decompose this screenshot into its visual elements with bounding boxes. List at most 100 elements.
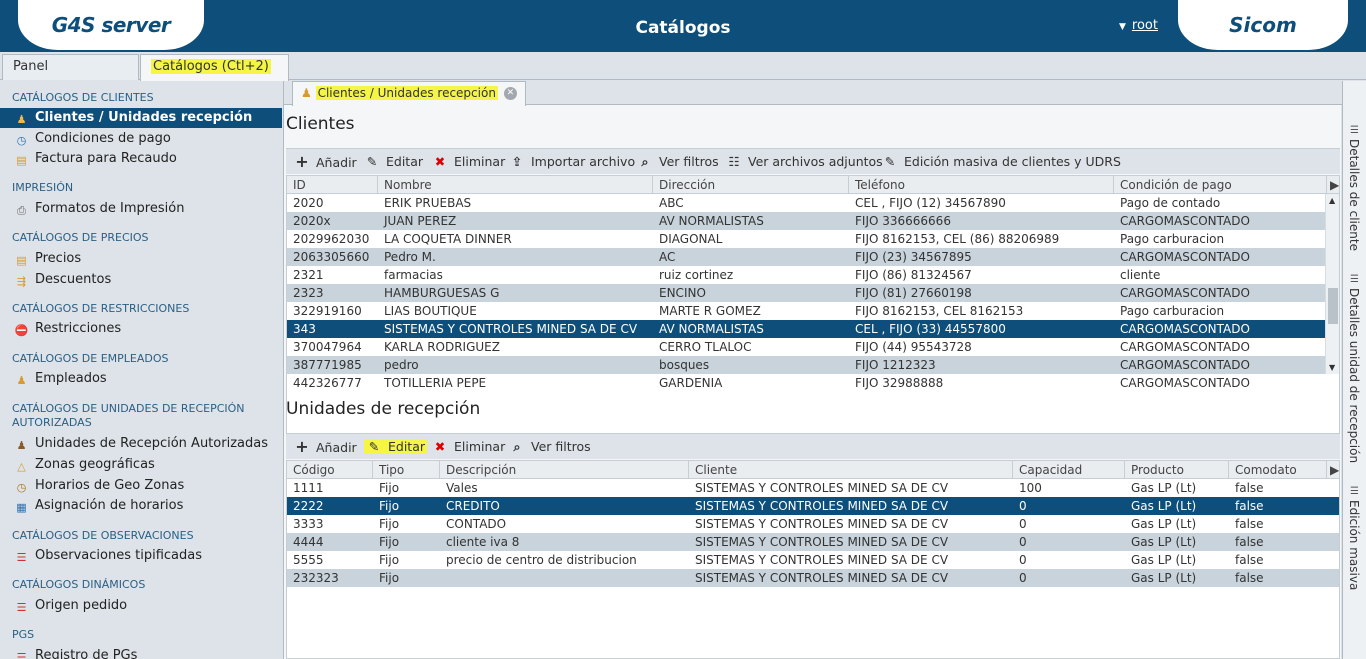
- people-icon: ♟: [16, 439, 27, 452]
- table-cell: 2029962030: [293, 232, 370, 246]
- table-row[interactable]: 1111 Fijo Vales SISTEMAS Y CONTROLES MINED …: [287, 479, 1339, 497]
- column-header[interactable]: ID: [287, 176, 378, 194]
- mass-edit-button[interactable]: ✎ Edición masiva de clientes y UDRS: [882, 153, 1121, 171]
- tab-catalogos[interactable]: Catálogos (Ctl+2)✕: [140, 54, 289, 97]
- sidebar-section-title: CATÁLOGOS DE EMPLEADOS: [12, 352, 169, 365]
- add-button[interactable]: + Añadir: [294, 437, 356, 456]
- main-content: ♟ Clientes / Unidades recepción ✕ Cliente…: [283, 81, 1342, 659]
- table-row[interactable]: 2020x JUAN PEREZ AV NORMALISTAS FIJO 336666…: [287, 212, 1327, 230]
- delete-icon: ✖: [434, 154, 446, 169]
- sidebar-item-descuentos[interactable]: ⇶ Descuentos: [0, 270, 282, 290]
- scroll-right-icon[interactable]: ▶: [1327, 176, 1339, 194]
- column-header[interactable]: Producto: [1125, 461, 1229, 479]
- table-cell: farmacias: [384, 268, 443, 282]
- sidebar-item-observaciones[interactable]: ☰ Observaciones tipificadas: [0, 546, 282, 566]
- table-row[interactable]: 387771985 pedro bosques FIJO 1212323 CARGOMA…: [287, 356, 1327, 374]
- attachments-button[interactable]: ☷ Ver archivos adjuntos: [726, 153, 882, 171]
- column-header[interactable]: Dirección: [653, 176, 849, 194]
- sidebar-item-origen-pedido[interactable]: ☰ Origen pedido: [0, 596, 282, 616]
- import-button[interactable]: ⇪ Importar archivo: [509, 153, 635, 171]
- tab-panel-aplicaciones[interactable]: Panel Aplicaciones: [2, 54, 139, 98]
- table-cell: cliente: [1120, 268, 1161, 282]
- table-row[interactable]: 3333 Fijo CONTADO SISTEMAS Y CONTROLES MINE…: [287, 515, 1339, 533]
- table-cell: SISTEMAS Y CONTROLES MINED SA DE CV: [695, 553, 949, 567]
- column-header[interactable]: Descripción: [440, 461, 689, 479]
- delete-button[interactable]: ✖ Eliminar: [432, 438, 505, 456]
- filter-button[interactable]: ⌕ Ver filtros: [637, 153, 718, 171]
- edit-button[interactable]: ✎ Editar: [364, 438, 428, 456]
- vertical-scrollbar[interactable]: ▲ ▼: [1325, 194, 1339, 374]
- tab-detalles-cliente[interactable]: ☰ Detalles de cliente: [1343, 125, 1366, 289]
- table-row[interactable]: 4444 Fijo cliente iva 8 SISTEMAS Y CONTROLE…: [287, 533, 1339, 551]
- table-row[interactable]: 343 SISTEMAS Y CONTROLES MINED SA DE CV AV…: [287, 320, 1327, 338]
- plus-icon: +: [295, 437, 309, 456]
- table-row[interactable]: 5555 Fijo precio de centro de distribucion…: [287, 551, 1339, 569]
- table-cell: Fijo: [379, 571, 400, 585]
- table-row[interactable]: 232323 Fijo SISTEMAS Y CONTROLES MINED SA …: [287, 569, 1339, 587]
- filter-button[interactable]: ⌕ Ver filtros: [509, 438, 590, 456]
- table-row[interactable]: 370047964 KARLA RODRIGUEZ CERRO TLALOC FIJO…: [287, 338, 1327, 356]
- scroll-thumb[interactable]: [1328, 288, 1338, 324]
- table-row[interactable]: 2321 farmacias ruiz cortinez FIJO (86) 8132…: [287, 266, 1327, 284]
- table-cell: Pago carburacion: [1120, 304, 1225, 318]
- sidebar-item-precios[interactable]: ▤ Precios: [0, 249, 282, 269]
- chevron-down-icon: ▼: [1119, 22, 1126, 32]
- table-cell: FIJO (81) 27660198: [855, 286, 972, 300]
- tab-detalles-unidad[interactable]: ☰ Detalles unidad de recepción: [1343, 274, 1366, 488]
- table-cell: SISTEMAS Y CONTROLES MINED SA DE CV: [384, 322, 638, 336]
- table-cell: AC: [659, 250, 676, 264]
- tab-edicion-masiva[interactable]: ☰ Edición masiva: [1343, 486, 1366, 600]
- table-row[interactable]: 442326777 TOTILLERIA PEPE GARDENIA FIJO 329…: [287, 374, 1327, 392]
- table-cell: CARGOMASCONTADO: [1120, 214, 1250, 228]
- column-header[interactable]: Código: [287, 461, 373, 479]
- table-row[interactable]: 2063305660 Pedro M. AC FIJO (23) 34567895 CA…: [287, 248, 1327, 266]
- scroll-down-icon[interactable]: ▼: [1329, 363, 1335, 372]
- sidebar-item-clientes[interactable]: ♟ Clientes / Unidades recepción: [0, 108, 282, 128]
- table-cell: 5555: [293, 553, 324, 567]
- table-row[interactable]: 2020 ERIK PRUEBAS ABC CEL , FIJO (12) 34567…: [287, 194, 1327, 212]
- sidebar-item-zonas-geograficas[interactable]: △ Zonas geográficas: [0, 455, 282, 475]
- tab-clientes-unidades[interactable]: ♟ Clientes / Unidades recepción ✕: [292, 81, 526, 106]
- column-header[interactable]: Condición de pago: [1114, 176, 1327, 194]
- table-row[interactable]: 2222 Fijo CREDITO SISTEMAS Y CONTROLES MINE…: [287, 497, 1339, 515]
- sidebar-item-unidades-autorizadas[interactable]: ♟ Unidades de Recepción Autorizadas: [0, 434, 282, 454]
- table-cell: Gas LP (Lt): [1131, 535, 1197, 549]
- scroll-right-icon[interactable]: ▶: [1327, 461, 1339, 479]
- sidebar-section-title: CATÁLOGOS DINÁMICOS: [12, 578, 146, 591]
- table-cell: false: [1235, 499, 1264, 513]
- sidebar-item-empleados[interactable]: ♟ Empleados: [0, 369, 282, 389]
- users-icon: ♟: [16, 374, 27, 387]
- user-link[interactable]: root: [1132, 18, 1158, 33]
- sidebar-item-formatos-impresion[interactable]: ⎙ Formatos de Impresión: [0, 199, 282, 219]
- table-cell: Gas LP (Lt): [1131, 499, 1197, 513]
- table-row[interactable]: 2323 HAMBURGUESAS G ENCINO FIJO (81) 276601…: [287, 284, 1327, 302]
- sidebar-item-restricciones[interactable]: ⛔ Restricciones: [0, 319, 282, 339]
- column-header[interactable]: Tipo: [373, 461, 440, 479]
- user-menu[interactable]: ▼ root: [1119, 18, 1158, 33]
- table-cell: 0: [1019, 499, 1027, 513]
- sidebar-item-condiciones-pago[interactable]: ◷ Condiciones de pago: [0, 129, 282, 149]
- table-row[interactable]: 2029962030 LA COQUETA DINNER DIAGONAL FIJO …: [287, 230, 1327, 248]
- column-header[interactable]: Capacidad: [1013, 461, 1125, 479]
- table-row[interactable]: 322919160 LIAS BOUTIQUE MARTE R GOMEZ FIJO …: [287, 302, 1327, 320]
- scroll-up-icon[interactable]: ▲: [1329, 196, 1335, 205]
- page-title: Catálogos: [635, 18, 731, 38]
- table-cell: 2323: [293, 286, 324, 300]
- close-icon[interactable]: ✕: [503, 87, 517, 100]
- column-header[interactable]: Teléfono: [849, 176, 1114, 194]
- table-cell: KARLA RODRIGUEZ: [384, 340, 500, 354]
- sidebar-section-title: CATÁLOGOS DE OBSERVACIONES: [12, 529, 194, 542]
- unidades-grid: Código Tipo Descripción Cliente Capacida…: [286, 460, 1340, 659]
- column-header[interactable]: Cliente: [689, 461, 1013, 479]
- delete-button[interactable]: ✖ Eliminar: [432, 153, 505, 171]
- sidebar-item-horarios-geo-zonas[interactable]: ◷ Horarios de Geo Zonas: [0, 476, 282, 496]
- add-button[interactable]: + Añadir: [294, 153, 356, 171]
- sidebar-item-asignacion-horarios[interactable]: ▦ Asignación de horarios: [0, 496, 282, 516]
- edit-button[interactable]: ✎ Editar: [364, 153, 423, 171]
- table-cell: 4444: [293, 535, 324, 549]
- column-header[interactable]: Comodato: [1229, 461, 1327, 479]
- sidebar-item-registro-pgs[interactable]: ☰ Registro de PGs: [0, 646, 282, 659]
- column-header[interactable]: Nombre: [378, 176, 653, 194]
- sidebar-item-factura-recaudo[interactable]: ▤ Factura para Recaudo: [0, 149, 282, 169]
- sidebar-section-title: PGS: [12, 628, 35, 641]
